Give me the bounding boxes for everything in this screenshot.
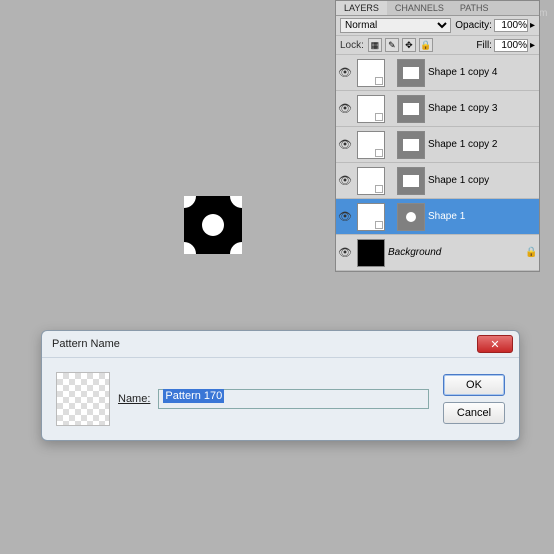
mask-thumb[interactable]: [397, 131, 425, 159]
visibility-icon[interactable]: 👁: [336, 246, 354, 259]
visibility-icon[interactable]: 👁: [336, 66, 354, 79]
layer-thumb[interactable]: [357, 203, 385, 231]
layer-name[interactable]: Shape 1 copy 2: [428, 139, 539, 150]
layer-thumb[interactable]: [357, 131, 385, 159]
tab-layers[interactable]: LAYERS: [336, 1, 387, 15]
opacity-dropdown-icon[interactable]: ▸: [530, 20, 535, 31]
pattern-name-dialog: Pattern Name ✕ Name: Pattern 170 OK Canc…: [41, 330, 520, 441]
layers-panel: LAYERS CHANNELS PATHS Normal Opacity: ▸ …: [335, 0, 540, 272]
visibility-icon[interactable]: 👁: [336, 210, 354, 223]
layer-row[interactable]: 👁 Shape 1 copy 4: [336, 55, 539, 91]
mask-thumb[interactable]: [397, 203, 425, 231]
fill-input[interactable]: [494, 39, 528, 52]
mask-thumb[interactable]: [397, 167, 425, 195]
dialog-titlebar[interactable]: Pattern Name ✕: [42, 331, 519, 358]
lock-label: Lock:: [340, 40, 364, 51]
mask-thumb[interactable]: [397, 59, 425, 87]
layer-name[interactable]: Background: [388, 247, 525, 258]
visibility-icon[interactable]: 👁: [336, 174, 354, 187]
layer-thumb[interactable]: [357, 239, 385, 267]
layer-row[interactable]: 👁 Shape 1 copy 2: [336, 127, 539, 163]
panel-tabs: LAYERS CHANNELS PATHS: [336, 1, 539, 16]
layer-thumb[interactable]: [357, 167, 385, 195]
layer-name[interactable]: Shape 1: [428, 211, 539, 222]
lock-icon: 🔒: [525, 247, 539, 258]
pattern-preview: [56, 372, 110, 426]
layer-thumb[interactable]: [357, 59, 385, 87]
blend-mode-select[interactable]: Normal: [340, 18, 451, 33]
name-input[interactable]: Pattern 170: [158, 389, 429, 409]
layer-row[interactable]: 👁 Shape 1 copy: [336, 163, 539, 199]
layer-list: 👁 Shape 1 copy 4 👁 Shape 1 copy 3 👁 Shap…: [336, 55, 539, 271]
fill-dropdown-icon[interactable]: ▸: [530, 40, 535, 51]
lock-all-icon[interactable]: 🔒: [419, 38, 433, 52]
lock-move-icon[interactable]: ✥: [402, 38, 416, 52]
layer-name[interactable]: Shape 1 copy: [428, 175, 539, 186]
layer-row[interactable]: 👁 Background 🔒: [336, 235, 539, 271]
opacity-input[interactable]: [494, 19, 528, 32]
layer-row[interactable]: 👁 Shape 1 copy 3: [336, 91, 539, 127]
ok-button[interactable]: OK: [443, 374, 505, 396]
tab-channels[interactable]: CHANNELS: [387, 1, 452, 15]
visibility-icon[interactable]: 👁: [336, 138, 354, 151]
dialog-title: Pattern Name: [52, 338, 120, 350]
lock-transparency-icon[interactable]: ▦: [368, 38, 382, 52]
mask-thumb[interactable]: [397, 95, 425, 123]
layer-row[interactable]: 👁 Shape 1: [336, 199, 539, 235]
lock-paint-icon[interactable]: ✎: [385, 38, 399, 52]
layer-name[interactable]: Shape 1 copy 3: [428, 103, 539, 114]
layer-thumb[interactable]: [357, 95, 385, 123]
fill-label: Fill:: [476, 40, 492, 51]
cancel-button[interactable]: Cancel: [443, 402, 505, 424]
close-button[interactable]: ✕: [477, 335, 513, 353]
layer-name[interactable]: Shape 1 copy 4: [428, 67, 539, 78]
opacity-label: Opacity:: [455, 20, 492, 31]
visibility-icon[interactable]: 👁: [336, 102, 354, 115]
canvas-shape-preview: [184, 196, 242, 254]
close-icon: ✕: [490, 338, 499, 351]
name-label: Name:: [118, 393, 150, 405]
tab-paths[interactable]: PATHS: [452, 1, 497, 15]
